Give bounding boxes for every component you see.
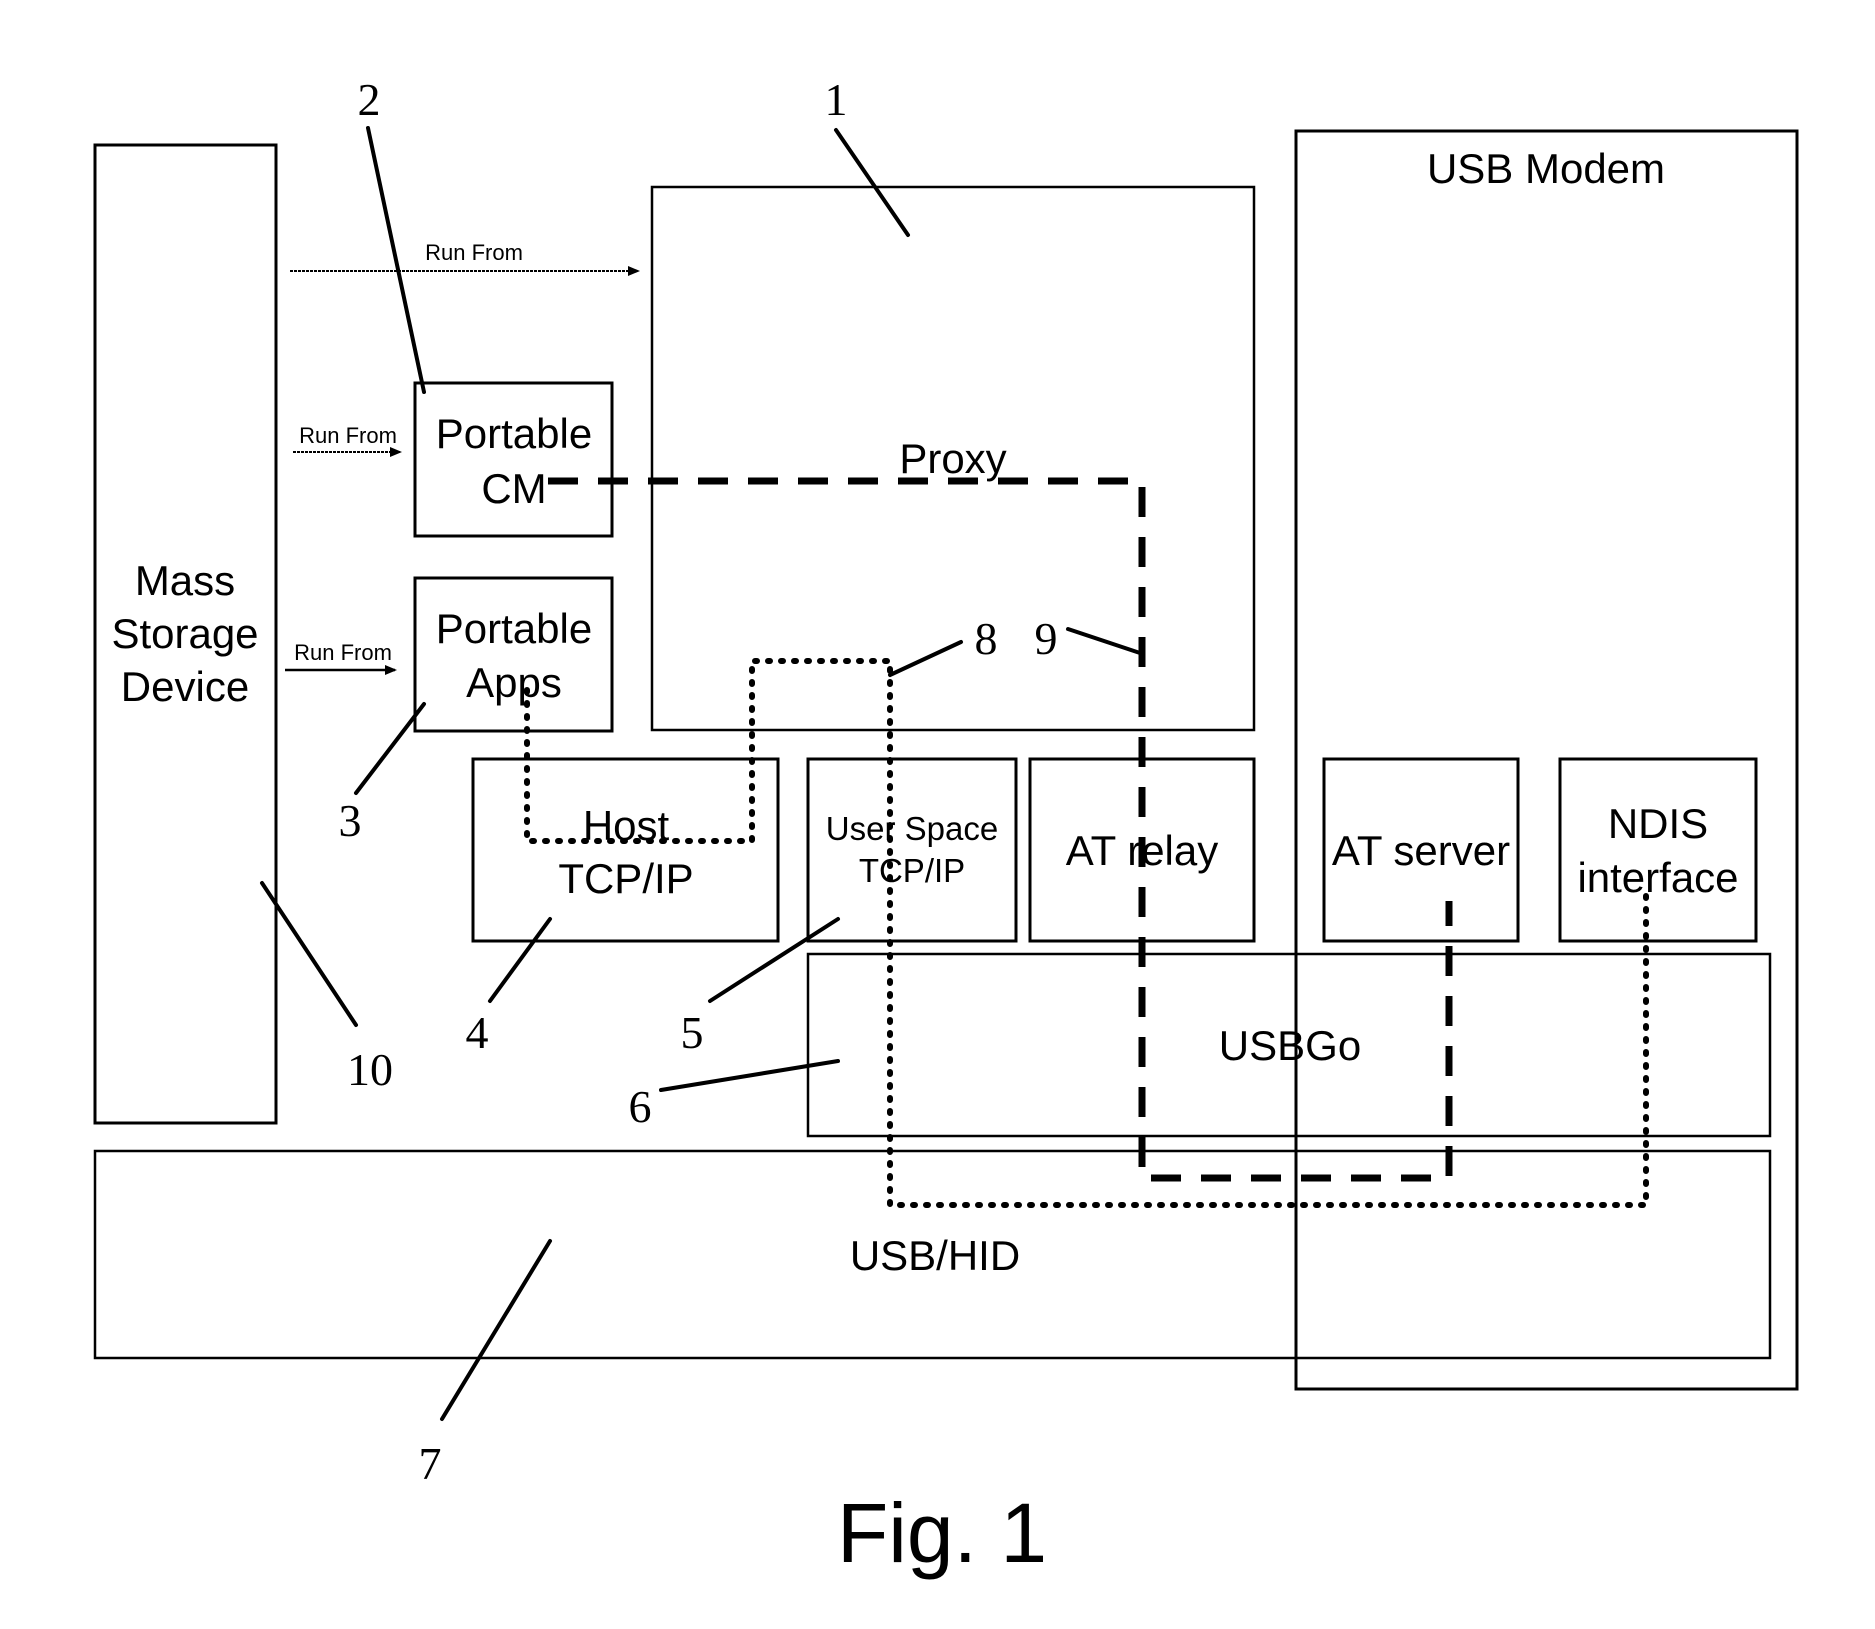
run-from-apps-arrow: Run From xyxy=(285,640,397,675)
figure-caption: Fig. 1 xyxy=(837,1486,1047,1580)
leader-line-3 xyxy=(354,702,426,795)
user-space-tcpip-label-line1: User Space xyxy=(826,810,998,847)
portable-cm-label-line1: Portable xyxy=(436,410,592,457)
mass-storage-label-line3: Device xyxy=(121,663,249,710)
ref-numeral-7: 7 xyxy=(419,1438,442,1489)
host-tcpip-block: Host TCP/IP xyxy=(471,757,780,943)
run-from-cm-label: Run From xyxy=(299,423,397,448)
host-tcpip-label-line2: TCP/IP xyxy=(558,855,693,902)
ref-numeral-4: 4 xyxy=(466,1007,489,1058)
at-server-block: AT server xyxy=(1322,757,1520,943)
proxy-block: Proxy xyxy=(650,185,1256,732)
leader-line-2 xyxy=(366,126,426,394)
portable-cm-block: Portable CM xyxy=(413,381,614,538)
usb-hid-label: USB/HID xyxy=(850,1232,1020,1279)
proxy-label: Proxy xyxy=(899,435,1006,482)
leader-line-6 xyxy=(659,1059,840,1092)
mass-storage-label-line2: Storage xyxy=(111,610,258,657)
ndis-interface-block: NDIS interface xyxy=(1558,757,1758,943)
ref-numeral-2: 2 xyxy=(358,74,381,125)
ref-numeral-1: 1 xyxy=(825,74,848,125)
portable-apps-label-line1: Portable xyxy=(436,605,592,652)
run-from-apps-label: Run From xyxy=(294,640,392,665)
leader-line-8 xyxy=(888,640,963,677)
leader-line-1 xyxy=(834,128,910,237)
ndis-interface-label-line2: interface xyxy=(1577,854,1738,901)
portable-apps-block: Portable Apps xyxy=(413,576,614,733)
ref-numeral-9: 9 xyxy=(1035,613,1058,664)
user-space-tcpip-label-line2: TCP/IP xyxy=(859,852,965,889)
usbgo-label: USBGo xyxy=(1219,1022,1361,1069)
ndis-interface-label-line1: NDIS xyxy=(1608,800,1708,847)
usb-modem-label: USB Modem xyxy=(1427,145,1665,192)
run-from-cm-arrow: Run From xyxy=(293,423,402,457)
portable-apps-label-line2: Apps xyxy=(466,659,562,706)
run-from-proxy-label: Run From xyxy=(425,240,523,265)
ref-numeral-8: 8 xyxy=(975,613,998,664)
run-from-proxy-arrow: Run From xyxy=(290,240,640,276)
user-space-tcpip-block: User Space TCP/IP xyxy=(806,757,1018,943)
leader-line-7 xyxy=(440,1239,552,1421)
portable-cm-label-line2: CM xyxy=(481,465,546,512)
ref-numeral-3: 3 xyxy=(339,795,362,846)
ref-numeral-6: 6 xyxy=(629,1081,652,1132)
mass-storage-device-block: Mass Storage Device xyxy=(93,143,278,1125)
mass-storage-label-line1: Mass xyxy=(135,557,235,604)
ref-numeral-5: 5 xyxy=(681,1007,704,1058)
patent-figure-diagram: USB Modem Mass Storage Device Proxy Port… xyxy=(93,74,1799,1580)
leader-line-9 xyxy=(1066,627,1142,655)
ref-numeral-10: 10 xyxy=(347,1044,393,1095)
at-server-label: AT server xyxy=(1332,827,1510,874)
